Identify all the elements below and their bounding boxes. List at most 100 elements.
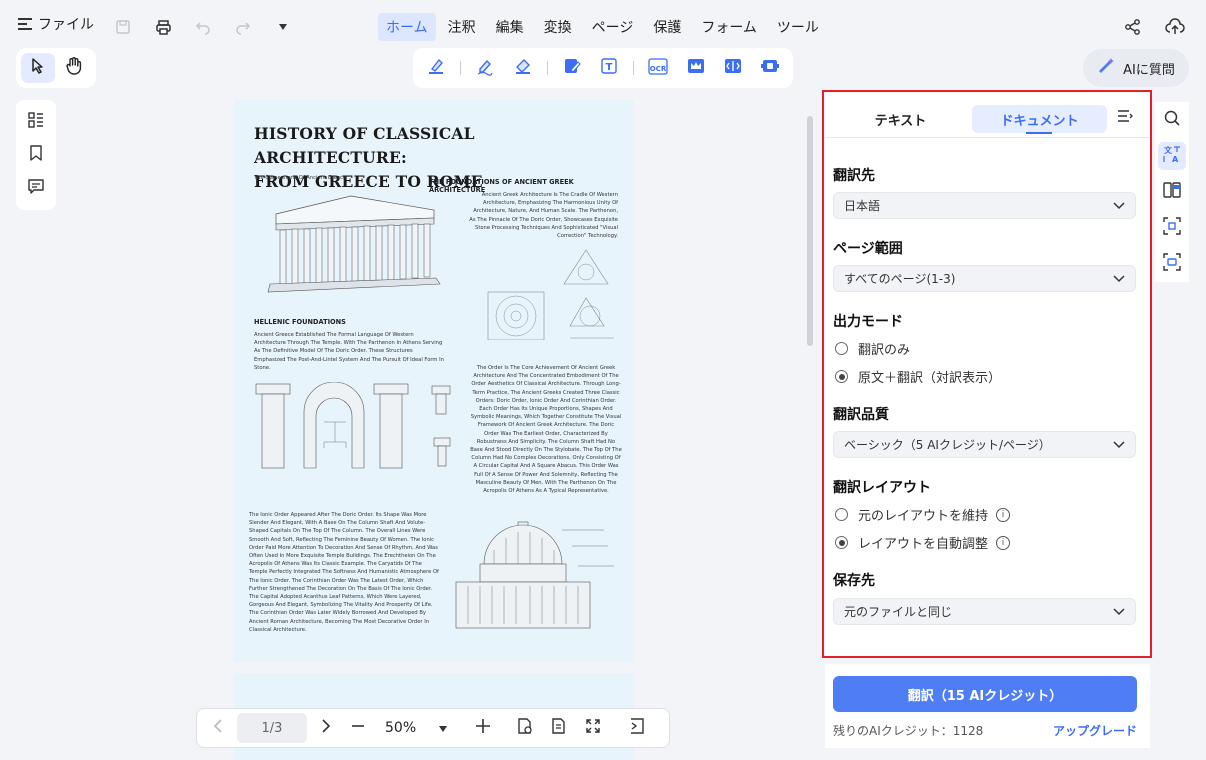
compare-panel-button[interactable]	[1158, 178, 1186, 206]
menu-edit[interactable]: 編集	[488, 13, 532, 41]
watermark-tool-button[interactable]	[683, 55, 709, 81]
expand-icon	[585, 718, 601, 738]
menu-protect[interactable]: 保護	[645, 13, 689, 41]
highlight-tool-button[interactable]	[423, 55, 449, 81]
zoom-in-button[interactable]	[470, 714, 496, 742]
page-range-select[interactable]: すべてのページ(1-3)	[833, 265, 1136, 292]
main-menu: ホーム 注釈 編集 変換 ページ 保護 フォーム ツール	[378, 13, 827, 41]
ocr-tool-button[interactable]: OCR	[645, 55, 671, 81]
file-menu-label: ファイル	[38, 17, 94, 33]
section3-text: The Order Is The Core Achievement Of Anc…	[470, 365, 622, 495]
plus-icon	[475, 718, 491, 738]
page-range-label: ページ範囲	[833, 241, 903, 257]
output-mode-bilingual[interactable]: 原文＋翻訳（対訳表示）	[835, 367, 1001, 386]
menu-page[interactable]: ページ	[584, 13, 642, 41]
edit-tool-button[interactable]	[559, 55, 585, 81]
info-icon[interactable]: i	[996, 507, 1011, 522]
comments-button[interactable]	[23, 175, 49, 201]
info-icon[interactable]: i	[996, 535, 1011, 550]
right-sidebar: 文A	[1155, 102, 1189, 282]
cursor-tool-group	[16, 48, 96, 88]
video-icon	[760, 56, 780, 80]
next-page-button[interactable]	[313, 714, 339, 742]
page-number-input[interactable]: 1/3	[237, 713, 307, 743]
svg-text:T: T	[606, 62, 613, 73]
text-tool-button[interactable]: T	[596, 55, 622, 81]
search-button[interactable]	[1158, 106, 1186, 134]
tab-text[interactable]: テキスト	[833, 105, 968, 133]
thumbnails-button[interactable]	[23, 109, 49, 135]
redo-icon[interactable]	[230, 14, 256, 40]
compare-pages-icon	[1162, 180, 1182, 204]
radio-button	[835, 508, 848, 521]
chevron-down-icon	[1113, 605, 1125, 619]
menu-annotate[interactable]: 注釈	[440, 13, 484, 41]
output-mode-label: 出力モード	[833, 314, 903, 330]
zoom-out-button[interactable]	[345, 714, 371, 742]
cloud-upload-icon[interactable]	[1162, 14, 1188, 40]
compare-tool-button[interactable]	[720, 55, 746, 81]
chevron-left-icon	[213, 718, 223, 738]
save-icon[interactable]	[110, 14, 136, 40]
menu-convert[interactable]: 変換	[536, 13, 580, 41]
layout-auto-adjust[interactable]: レイアウトを自動調整 i	[835, 533, 1011, 552]
zoom-controls: 50%	[345, 714, 496, 742]
zoom-dropdown[interactable]	[430, 714, 456, 742]
page-layout-button[interactable]	[546, 714, 572, 742]
svg-text:文: 文	[1164, 145, 1173, 155]
document-icon	[550, 717, 568, 739]
record-tool-button[interactable]	[757, 55, 783, 81]
layout-keep-original[interactable]: 元のレイアウトを維持 i	[835, 505, 1011, 524]
toolbar-divider	[460, 61, 462, 75]
radio-button-selected	[835, 370, 848, 383]
thumbnails-icon	[27, 111, 45, 133]
translation-quality-select[interactable]: ベーシック（5 AIクレジット/ページ）	[833, 431, 1136, 458]
customize-dropdown-icon[interactable]	[270, 14, 296, 40]
text-box-icon: T	[599, 56, 619, 80]
highlighter-icon	[426, 56, 446, 80]
eraser-tool-button[interactable]	[510, 55, 536, 81]
upgrade-link[interactable]: アップグレード	[1053, 722, 1137, 739]
ask-ai-label: AIに質問	[1123, 62, 1175, 78]
translate-button[interactable]: 翻訳（15 AIクレジット）	[833, 676, 1137, 712]
output-mode-translation-only[interactable]: 翻訳のみ	[835, 339, 910, 358]
hand-tool-button[interactable]	[57, 53, 91, 83]
chevron-down-icon	[1113, 199, 1125, 213]
menu-form[interactable]: フォーム	[693, 13, 765, 41]
menu-tools[interactable]: ツール	[769, 13, 827, 41]
dome-building-illustration	[455, 521, 614, 629]
save-location-select[interactable]: 元のファイルと同じ	[833, 598, 1136, 625]
bookmarks-button[interactable]	[23, 142, 49, 168]
last-page-button[interactable]	[624, 714, 650, 742]
screen-capture-button[interactable]	[1158, 250, 1186, 278]
view-mode-button[interactable]	[512, 714, 538, 742]
page-view-icon	[516, 717, 534, 739]
panel-menu-button[interactable]	[1117, 109, 1133, 127]
tab-document[interactable]: ドキュメント	[972, 105, 1107, 134]
translate-panel-button[interactable]: 文A	[1158, 142, 1186, 170]
target-language-select[interactable]: 日本語	[833, 192, 1136, 219]
file-menu-button[interactable]: ファイル	[18, 14, 94, 34]
toolbar-divider	[633, 61, 635, 75]
print-icon[interactable]	[150, 14, 176, 40]
translate-icon: 文A	[1162, 144, 1182, 168]
minus-icon	[351, 719, 365, 737]
top-right-actions	[1120, 14, 1188, 40]
share-icon[interactable]	[1120, 14, 1146, 40]
crop-panel-button[interactable]	[1158, 214, 1186, 242]
previous-page-button[interactable]	[205, 714, 231, 742]
crown-icon	[686, 56, 706, 80]
comment-icon	[27, 177, 45, 199]
document-scrollbar[interactable]	[807, 116, 813, 346]
draw-tool-button[interactable]	[472, 55, 498, 81]
eraser-icon	[513, 56, 533, 80]
zoom-level[interactable]: 50%	[385, 720, 416, 736]
undo-icon[interactable]	[190, 14, 216, 40]
left-sidebar	[16, 100, 56, 210]
tabs-divider	[825, 137, 1150, 138]
fit-page-button[interactable]	[580, 714, 606, 742]
select-tool-button[interactable]	[21, 53, 55, 83]
search-icon	[1163, 109, 1181, 131]
menu-home[interactable]: ホーム	[378, 13, 436, 41]
ask-ai-button[interactable]: AIに質問	[1083, 49, 1189, 87]
